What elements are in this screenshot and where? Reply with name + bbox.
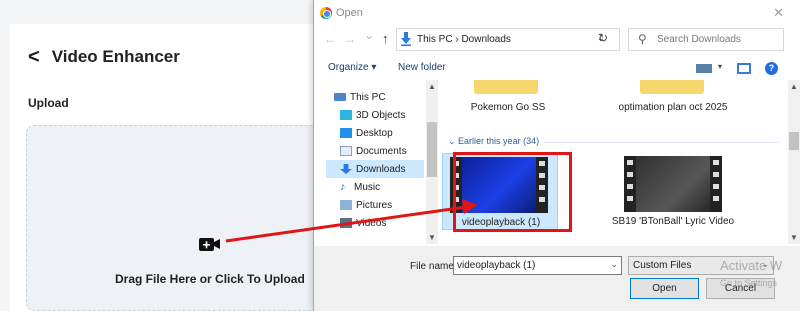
- refresh-icon[interactable]: ↻: [598, 31, 608, 45]
- chevron-down-icon: ⌄: [448, 136, 459, 146]
- dialog-title: Open: [336, 7, 363, 19]
- upload-label: Upload: [28, 96, 69, 110]
- file-name: SB19 'BTonBall' Lyric Video: [611, 216, 735, 227]
- cube-icon: [340, 110, 352, 120]
- highlight-box: [453, 152, 572, 232]
- desktop-icon: [340, 128, 352, 138]
- file-name-value: videoplayback (1): [457, 260, 536, 271]
- file-item-sb19-lyric-video[interactable]: SB19 'BTonBall' Lyric Video: [608, 153, 738, 241]
- folder-name[interactable]: Pokemon Go SS: [452, 101, 564, 114]
- download-icon: [401, 32, 411, 46]
- video-thumbnail: [624, 156, 722, 212]
- nav-item-pictures[interactable]: Pictures: [340, 196, 392, 214]
- videos-icon: [340, 218, 352, 228]
- nav-item-label: 3D Objects: [356, 109, 406, 121]
- nav-item-this-pc[interactable]: This PC: [334, 88, 386, 106]
- download-icon: [340, 164, 352, 174]
- film-strip: [624, 156, 636, 212]
- scrollbar-thumb[interactable]: [789, 132, 799, 150]
- folder-name[interactable]: optimation plan oct 2025: [618, 101, 728, 114]
- chevron-down-icon[interactable]: ⌄: [610, 259, 618, 270]
- file-type-value: Custom Files: [633, 260, 692, 271]
- dialog-titlebar: Open ✕: [314, 0, 800, 26]
- nav-item-documents[interactable]: Documents: [340, 142, 407, 160]
- scroll-up-icon[interactable]: ▲: [790, 82, 798, 91]
- scroll-down-icon[interactable]: ▼: [790, 233, 798, 242]
- back-arrow-icon[interactable]: ←: [324, 32, 336, 46]
- up-arrow-icon[interactable]: ↑: [382, 31, 389, 46]
- pictures-icon: [340, 200, 352, 210]
- navigation-pane: This PC 3D Objects Desktop Documents Dow…: [314, 80, 440, 244]
- nav-item-label: Desktop: [356, 127, 393, 139]
- open-button[interactable]: Open: [630, 278, 699, 299]
- forward-arrow-icon[interactable]: →: [344, 32, 356, 46]
- scrollbar-thumb[interactable]: [427, 122, 437, 177]
- scroll-down-icon[interactable]: ▼: [428, 233, 436, 242]
- nav-item-label: Downloads: [356, 163, 406, 175]
- chrome-icon: [320, 7, 332, 19]
- nav-item-label: Documents: [356, 145, 407, 157]
- navigation-bar: ← → ⌄ ↑ This PC › Downloads ⌄ ↻ ⚲ Search…: [314, 27, 800, 53]
- documents-icon: [340, 146, 352, 156]
- nav-item-label: Pictures: [356, 199, 393, 211]
- group-header[interactable]: ⌄ Earlier this year (34): [448, 136, 539, 147]
- file-name-label: File name:: [410, 261, 457, 272]
- new-folder-button[interactable]: New folder: [398, 62, 446, 73]
- address-path: This PC › Downloads: [417, 34, 511, 45]
- search-input[interactable]: ⚲ Search Downloads: [628, 28, 784, 51]
- film-strip: [710, 156, 722, 212]
- activation-watermark-sub: Go to Settings: [720, 278, 778, 288]
- activation-watermark: Activate W: [720, 258, 783, 273]
- chevron-left-icon[interactable]: <: [28, 47, 40, 67]
- search-icon: ⚲: [638, 32, 647, 46]
- address-bar[interactable]: This PC › Downloads ⌄: [396, 28, 620, 51]
- dialog-footer: File name: videoplayback (1) ⌄ Custom Fi…: [314, 246, 800, 311]
- preview-pane-icon[interactable]: [737, 63, 751, 74]
- nav-item-label: This PC: [350, 91, 386, 103]
- nav-item-music[interactable]: ♪ Music: [340, 178, 380, 196]
- nav-item-label: Music: [354, 181, 381, 193]
- folder-icon: [474, 80, 538, 94]
- nav-item-downloads[interactable]: Downloads: [326, 160, 424, 178]
- recent-locations-icon[interactable]: ⌄: [364, 28, 374, 42]
- music-icon: ♪: [340, 181, 346, 193]
- nav-item-videos[interactable]: Videos: [340, 214, 386, 232]
- scroll-up-icon[interactable]: ▲: [428, 82, 436, 91]
- video-plus-icon[interactable]: [199, 236, 221, 252]
- search-placeholder: Search Downloads: [657, 34, 741, 45]
- folder-icon: [640, 80, 704, 94]
- nav-item-desktop[interactable]: Desktop: [340, 124, 393, 142]
- organize-menu-button[interactable]: Organize ▾: [328, 62, 376, 73]
- close-icon[interactable]: ✕: [773, 5, 784, 21]
- chevron-down-icon[interactable]: ▾: [718, 62, 722, 71]
- file-name-field[interactable]: videoplayback (1) ⌄: [453, 256, 622, 275]
- nav-pane-scrollbar[interactable]: ▲ ▼: [426, 80, 438, 244]
- group-divider: [544, 142, 780, 143]
- file-list-scrollbar[interactable]: ▲ ▼: [788, 80, 800, 244]
- header-row: < Video Enhancer: [28, 47, 180, 67]
- computer-icon: [334, 93, 346, 101]
- group-header-label: Earlier this year (34): [458, 136, 540, 146]
- page-title: Video Enhancer: [51, 47, 180, 66]
- nav-item-3d-objects[interactable]: 3D Objects: [340, 106, 405, 124]
- help-icon[interactable]: ?: [765, 62, 778, 75]
- nav-item-label: Videos: [356, 217, 387, 229]
- change-view-icon[interactable]: [696, 64, 712, 73]
- drop-text: Drag File Here or Click To Upload: [115, 272, 305, 286]
- command-bar: Organize ▾ New folder ▾ ?: [314, 57, 800, 79]
